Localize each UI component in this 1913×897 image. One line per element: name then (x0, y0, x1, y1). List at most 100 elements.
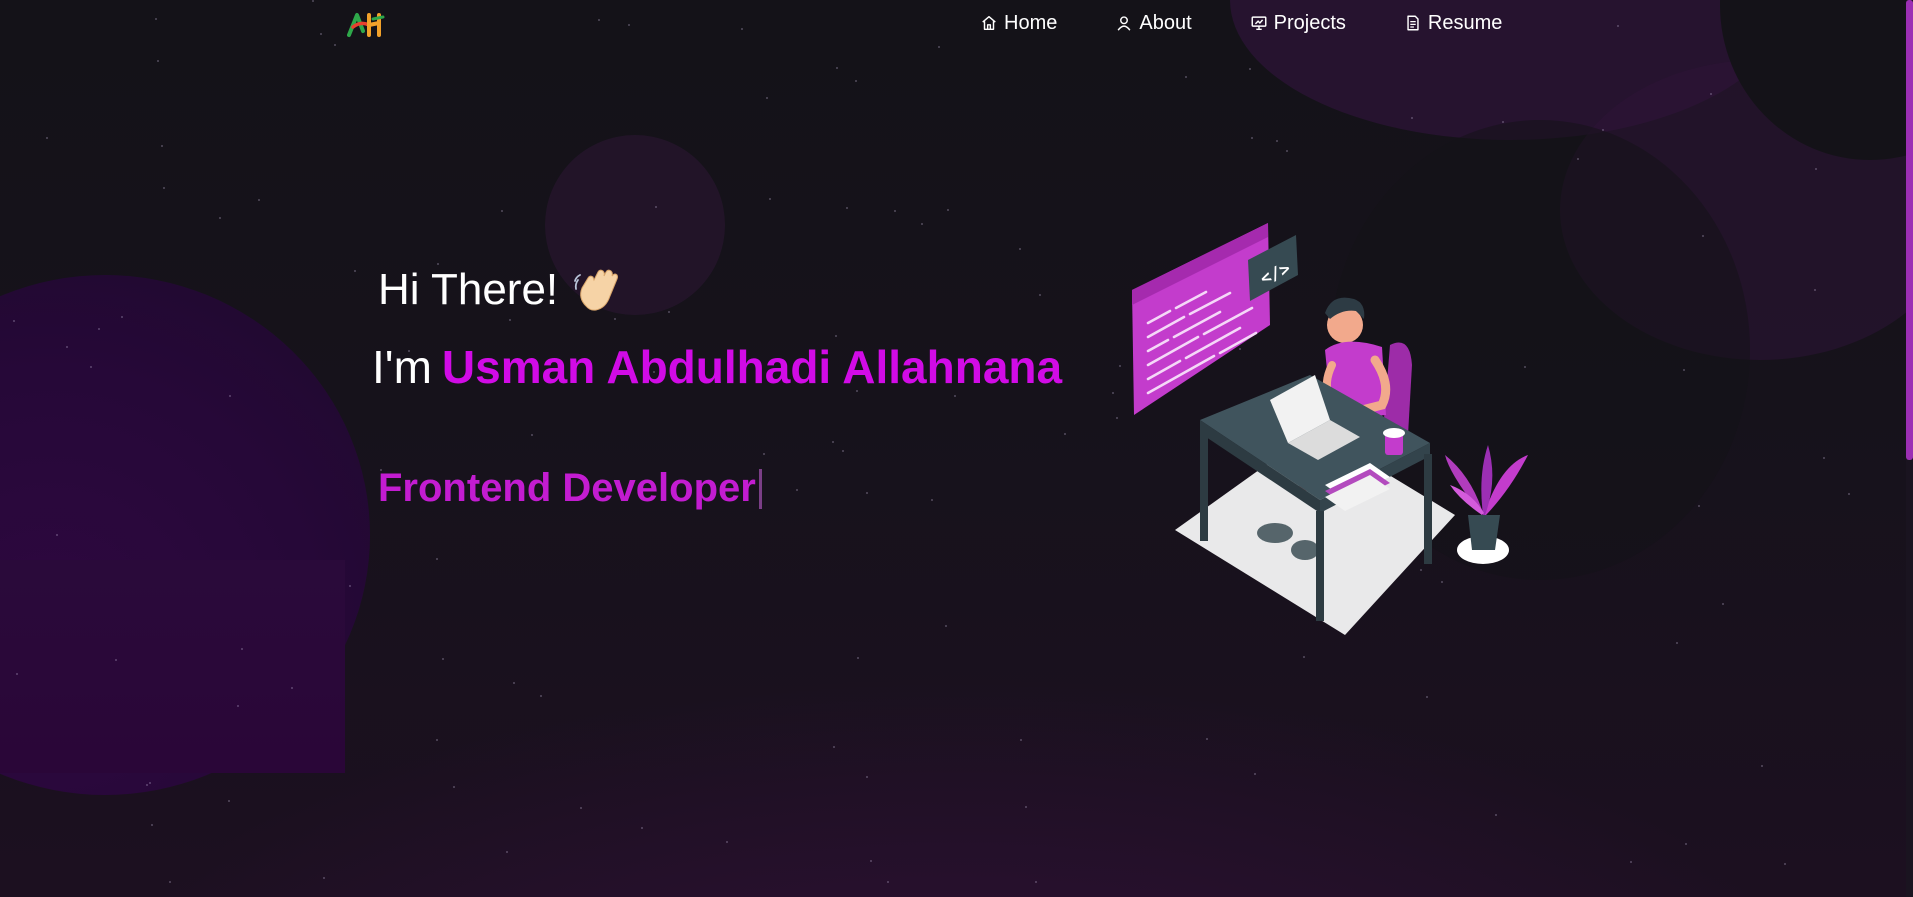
star (349, 585, 351, 587)
star (151, 824, 153, 826)
star (1630, 861, 1632, 863)
star (540, 695, 542, 697)
star (655, 206, 657, 208)
star (855, 80, 857, 82)
star (509, 319, 511, 321)
star (938, 46, 940, 48)
star (1815, 168, 1817, 170)
star (1426, 696, 1428, 698)
star (836, 67, 838, 69)
star (98, 328, 100, 330)
developer-at-desk-illustration: </> (1132, 223, 1528, 635)
intro-prefix: I'm (372, 341, 432, 393)
star (954, 395, 956, 397)
star (1602, 129, 1604, 131)
star (1784, 863, 1786, 865)
star (241, 648, 243, 650)
star (796, 489, 798, 491)
star (66, 346, 68, 348)
star (531, 434, 533, 436)
star (766, 97, 768, 99)
star (1683, 369, 1685, 371)
star (832, 441, 834, 443)
star (842, 450, 844, 452)
nav-item-resume[interactable]: Resume (1404, 12, 1502, 35)
star (1206, 738, 1208, 740)
star (763, 453, 765, 455)
star (894, 210, 896, 212)
star (163, 187, 165, 189)
star (1577, 158, 1579, 160)
star (857, 657, 859, 659)
star (46, 137, 48, 139)
star (741, 28, 743, 30)
hero-intro: I'm Usman Abdulhadi Allahnana (372, 340, 1062, 394)
star (1254, 773, 1256, 775)
star (1502, 121, 1504, 123)
star (887, 881, 889, 883)
star (641, 827, 643, 829)
logo-icon[interactable] (347, 11, 387, 39)
star (1303, 656, 1305, 658)
star (628, 24, 630, 26)
hero-role: Frontend Developer (378, 466, 762, 511)
star (1276, 140, 1278, 142)
nav-item-about[interactable]: About (1115, 11, 1192, 35)
star (1025, 806, 1027, 808)
star (237, 705, 239, 707)
code-window-graphic: </> (1132, 223, 1298, 415)
star (614, 318, 616, 320)
hero-name: Usman Abdulhadi Allahnana (441, 341, 1063, 393)
star (1698, 505, 1700, 507)
star (947, 209, 949, 211)
nav-label-projects: Projects (1273, 11, 1346, 34)
user-icon (1117, 16, 1131, 31)
scrollbar-thumb[interactable] (1906, 0, 1913, 460)
star (769, 198, 771, 200)
star (157, 60, 159, 62)
star (1702, 235, 1704, 237)
star (833, 746, 835, 748)
nav-label-about: About (1139, 11, 1192, 34)
typing-cursor (758, 468, 762, 509)
star (598, 19, 600, 21)
star (1495, 814, 1497, 816)
star (258, 199, 260, 201)
star (1039, 294, 1041, 296)
star (90, 366, 92, 368)
star (945, 625, 947, 627)
star (115, 659, 117, 661)
presentation-icon (1251, 16, 1267, 31)
star (149, 782, 151, 784)
star (726, 841, 728, 843)
star (668, 311, 670, 313)
page: Home About Projects Resume Hi There! I'm… (0, 0, 1913, 897)
star (228, 800, 230, 802)
star (866, 776, 868, 778)
star (16, 673, 18, 675)
nav-item-home[interactable]: Home (980, 12, 1057, 35)
star (1112, 392, 1114, 394)
star (334, 44, 336, 46)
star (1722, 603, 1724, 605)
star (1064, 433, 1066, 435)
plant-graphic (1445, 445, 1528, 564)
star (1685, 843, 1687, 845)
nav-label-home: Home (1004, 11, 1058, 34)
star (291, 687, 293, 689)
star (320, 33, 322, 35)
nav-item-projects[interactable]: Projects (1250, 12, 1346, 35)
role-text: Frontend Developer (378, 466, 756, 510)
star (1676, 642, 1678, 644)
main-nav: Home About Projects Resume (980, 10, 1502, 36)
star (1848, 493, 1850, 495)
star (1020, 739, 1022, 741)
star (1814, 289, 1816, 291)
star (1185, 76, 1187, 78)
star (169, 881, 171, 883)
star (1116, 417, 1118, 419)
greeting-text: Hi There! (378, 265, 559, 314)
star (1249, 68, 1251, 70)
star (580, 807, 582, 809)
star (870, 860, 872, 862)
